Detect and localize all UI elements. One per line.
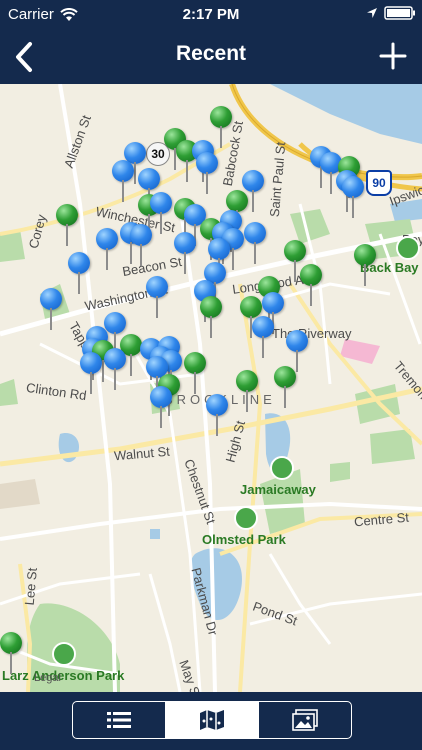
- location-pin[interactable]: [206, 394, 228, 436]
- street-label: The Riverway: [272, 326, 352, 341]
- location-arrow-icon: [367, 8, 377, 18]
- list-icon: [107, 712, 131, 728]
- location-pin[interactable]: [274, 366, 296, 408]
- location-pin[interactable]: [0, 632, 22, 674]
- location-pin[interactable]: [150, 386, 172, 428]
- location-pin[interactable]: [96, 228, 118, 270]
- location-pin[interactable]: [208, 238, 230, 280]
- map-icon: [200, 710, 224, 730]
- location-pin[interactable]: [80, 352, 102, 394]
- location-pin[interactable]: [112, 160, 134, 202]
- status-time: 2:17 PM: [182, 6, 240, 23]
- tree-icon: [234, 506, 258, 530]
- photos-view-segment[interactable]: [259, 702, 351, 738]
- status-bar: Carrier 2:17 PM: [0, 0, 422, 30]
- location-pin[interactable]: [342, 176, 364, 218]
- location-pin[interactable]: [68, 252, 90, 294]
- location-pin[interactable]: [40, 288, 62, 330]
- bottom-toolbar: [0, 692, 422, 750]
- location-pin[interactable]: [210, 106, 232, 148]
- tree-icon: [270, 456, 294, 480]
- legal-link[interactable]: Legal: [34, 672, 61, 684]
- map-view[interactable]: Allston St Corey Winchester St Beacon St…: [0, 84, 422, 692]
- park-label: Olmsted Park: [202, 506, 286, 547]
- location-pin[interactable]: [104, 312, 126, 354]
- location-pin[interactable]: [138, 168, 160, 210]
- location-pin[interactable]: [196, 152, 218, 194]
- location-pin[interactable]: [252, 316, 274, 358]
- location-pin[interactable]: [104, 348, 126, 390]
- location-pin[interactable]: [244, 222, 266, 264]
- location-pin[interactable]: [200, 296, 222, 338]
- location-pin[interactable]: [286, 330, 308, 372]
- location-pin[interactable]: [262, 292, 284, 334]
- tree-icon: [52, 642, 76, 666]
- location-pin[interactable]: [174, 232, 196, 274]
- location-pin[interactable]: [226, 190, 248, 232]
- location-pin[interactable]: [242, 170, 264, 212]
- location-pin[interactable]: [184, 352, 206, 394]
- map-view-segment[interactable]: [166, 702, 259, 738]
- add-icon[interactable]: [378, 41, 408, 71]
- location-pin[interactable]: [150, 192, 172, 234]
- battery-icon: [384, 6, 415, 20]
- tree-icon: [396, 236, 420, 260]
- location-pin[interactable]: [130, 224, 152, 266]
- interstate-90-shield-icon: 90: [366, 170, 392, 196]
- view-mode-segmented-control: [72, 701, 352, 739]
- location-pin[interactable]: [56, 204, 78, 246]
- page-title: Recent: [175, 42, 247, 65]
- location-pin[interactable]: [240, 296, 262, 338]
- park-label: Larz Anderson Park: [2, 642, 124, 683]
- photos-icon: [292, 709, 318, 731]
- park-label: Jamaicaway: [240, 456, 316, 497]
- location-pin[interactable]: [300, 264, 322, 306]
- navigation-bar: Recent: [0, 30, 422, 84]
- location-pin[interactable]: [236, 370, 258, 412]
- location-pin[interactable]: [284, 240, 306, 282]
- location-pin[interactable]: [354, 244, 376, 286]
- list-view-segment[interactable]: [73, 702, 166, 738]
- location-pin[interactable]: [146, 276, 168, 318]
